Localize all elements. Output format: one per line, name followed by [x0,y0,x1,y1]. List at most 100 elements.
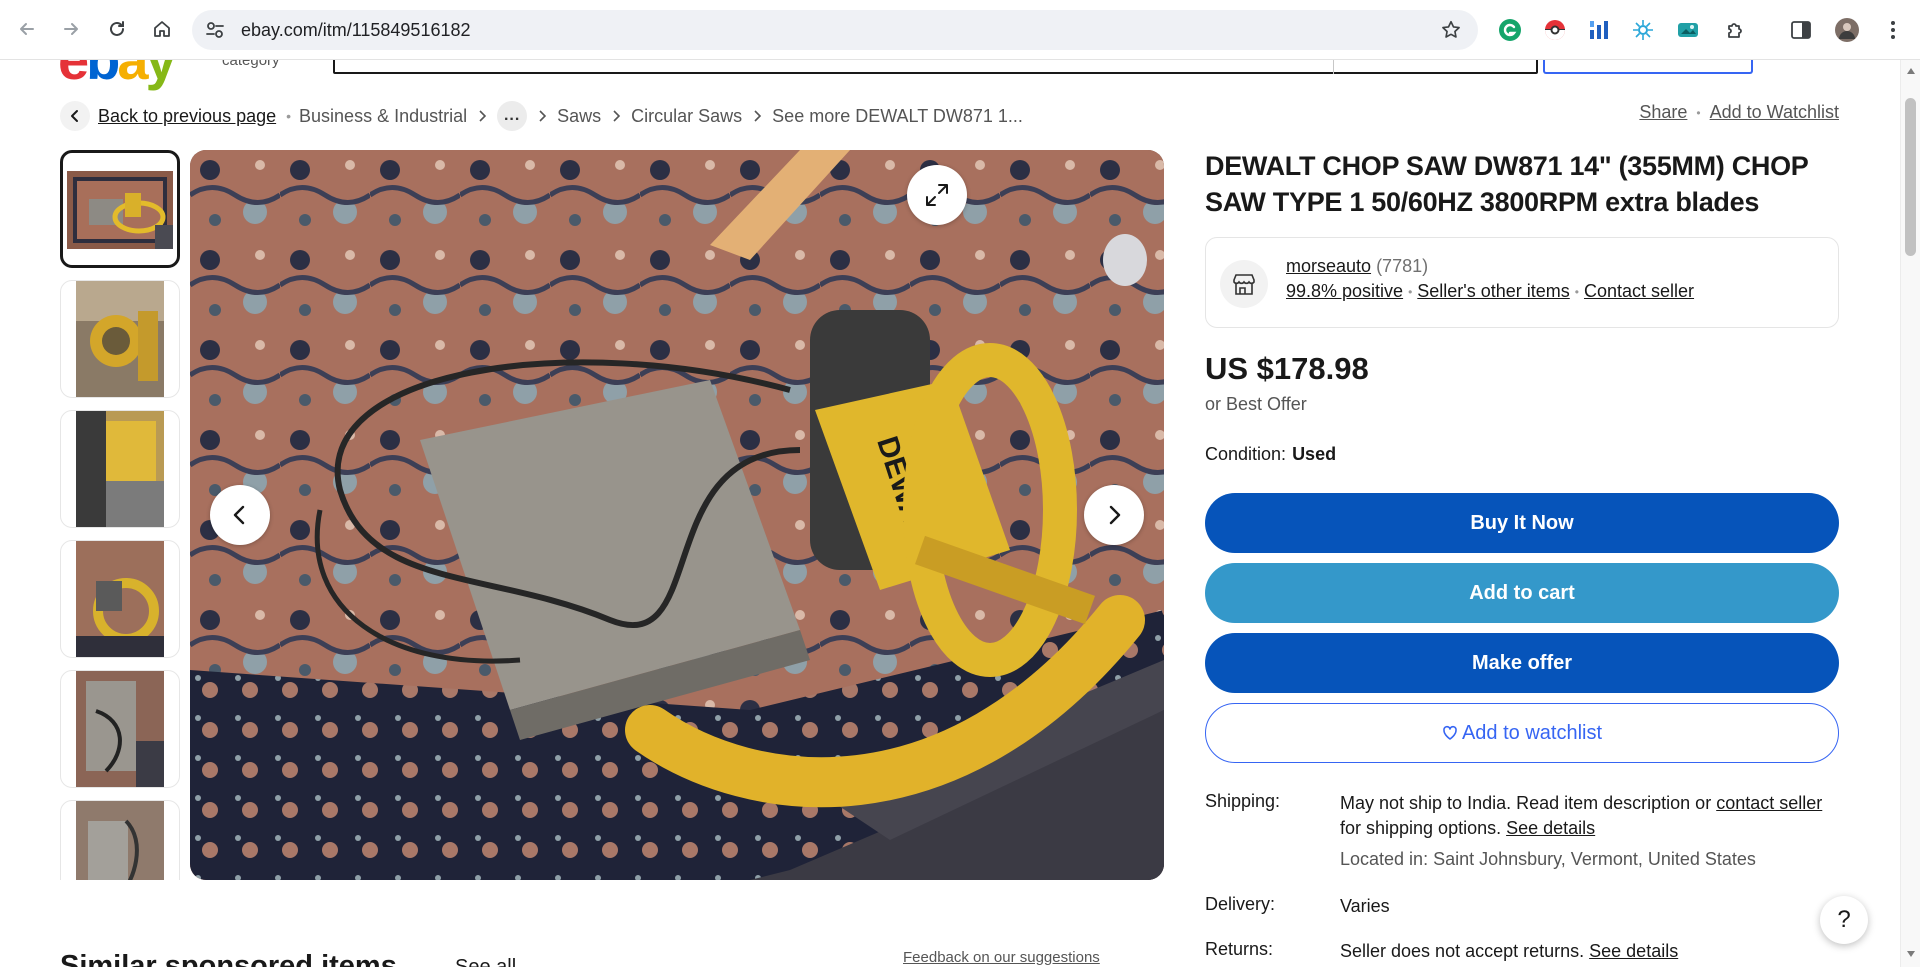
home-icon[interactable] [147,14,177,44]
search-category-divider [1333,60,1334,74]
scroll-up-icon[interactable] [1907,68,1915,74]
ebay-logo[interactable]: ebay [58,60,177,88]
ebay-item-page: ebay category Back to previous page • Bu… [0,60,1900,967]
returns-label: Returns: [1205,939,1274,959]
breadcrumb-see-more[interactable]: See more DEWALT DW871 1... [772,106,1023,127]
item-condition: Condition: Used [1205,444,1336,465]
site-info-icon[interactable] [204,19,226,41]
separator-dot: • [1574,284,1579,299]
pokeball-extension-icon[interactable] [1542,17,1568,43]
search-button[interactable] [1543,60,1753,74]
breadcrumb-saws[interactable]: Saws [557,106,601,127]
add-to-watchlist-label: Add to watchlist [1461,721,1603,744]
thumbnail-5[interactable] [60,670,180,788]
chevron-right-icon [611,110,621,122]
thumbnail-image [76,541,164,657]
page-scrollbar[interactable] [1900,60,1920,967]
thumbnail-4[interactable] [60,540,180,658]
extensions-puzzle-icon[interactable] [1723,17,1749,43]
shipping-see-details-link[interactable]: See details [1506,818,1595,838]
make-offer-button[interactable]: Make offer [1205,633,1839,693]
previous-image-button[interactable] [210,485,270,545]
chevron-right-icon [752,110,762,122]
condition-value: Used [1292,444,1337,464]
thumbnail-image [76,281,164,397]
separator-dot: • [1408,284,1413,299]
best-offer-text: or Best Offer [1205,394,1307,414]
product-photo: DEWALT [190,150,1164,880]
thumbnail-6[interactable] [60,800,180,880]
store-icon [1220,260,1268,308]
returns-see-details-link[interactable]: See details [1589,941,1678,961]
seller-other-items-link[interactable]: Seller's other items [1417,281,1570,302]
seller-positive-link[interactable]: 99.8% positive [1286,281,1403,302]
thumbnail-image [67,171,173,249]
thumbnail-1[interactable] [60,150,180,268]
thumbnail-image [76,411,164,527]
profile-avatar[interactable] [1834,17,1860,43]
separator-dot: • [286,108,292,124]
side-panel-icon[interactable] [1788,17,1814,43]
scroll-down-icon[interactable] [1907,951,1915,957]
shipping-text: May not ship to India. Read item descrip… [1340,793,1717,813]
next-image-button[interactable] [1084,485,1144,545]
main-product-image[interactable]: DEWALT [190,150,1164,880]
add-to-watchlist-link[interactable]: Add to Watchlist [1710,102,1839,123]
returns-value: Seller does not accept returns. See deta… [1340,939,1840,964]
back-to-previous-link[interactable]: Back to previous page [98,106,276,127]
seller-name-link[interactable]: morseauto [1286,256,1371,276]
url-text[interactable]: ebay.com/itm/115849516182 [241,20,471,41]
menu-kebab-icon[interactable] [1880,17,1906,43]
expand-icon[interactable] [907,165,967,225]
separator-dot: • [1696,105,1701,120]
forward-icon[interactable] [56,14,86,44]
photo-extension-icon[interactable] [1675,17,1701,43]
seller-links: 99.8% positive • Seller's other items • … [1286,281,1694,302]
back-icon[interactable] [12,14,42,44]
breadcrumb-business-industrial[interactable]: Business & Industrial [299,106,467,127]
bookmark-star-icon[interactable] [1440,19,1462,41]
chevron-left-icon[interactable] [60,101,90,131]
chevron-right-icon [477,110,487,122]
feedback-suggestions-link[interactable]: Feedback on our suggestions [903,949,1100,966]
chevron-right-icon [1109,505,1121,525]
chevron-left-icon [233,505,245,525]
address-bar[interactable]: ebay.com/itm/115849516182 [192,10,1478,50]
item-price: US $178.98 [1205,351,1369,386]
thumbnail-3[interactable] [60,410,180,528]
breadcrumb: Back to previous page • Business & Indus… [60,100,1023,132]
help-button[interactable]: ? [1820,896,1868,944]
breadcrumb-circular-saws[interactable]: Circular Saws [631,106,742,127]
thumbnail-list[interactable] [60,150,182,880]
seller-feedback-count: (7781) [1376,256,1429,276]
share-link[interactable]: Share [1639,102,1687,123]
category-hint: category [222,60,280,69]
add-to-watchlist-button[interactable]: Add to watchlist [1205,703,1839,763]
returns-text: Seller does not accept returns. [1340,941,1590,961]
shipping-value: May not ship to India. Read item descrip… [1340,791,1840,872]
delivery-value: Varies [1340,896,1390,916]
search-input[interactable] [333,60,1538,74]
grammarly-icon[interactable] [1497,17,1523,43]
add-to-cart-button[interactable]: Add to cart [1205,563,1839,623]
reload-icon[interactable] [102,14,132,44]
browser-toolbar: ebay.com/itm/115849516182 [0,0,1920,60]
top-actions: Share • Add to Watchlist [1639,102,1839,123]
buy-it-now-button[interactable]: Buy It Now [1205,493,1839,553]
heart-icon [1443,725,1457,740]
scrollbar-thumb[interactable] [1905,98,1916,256]
item-title: DEWALT CHOP SAW DW871 14" (355MM) CHOP S… [1205,151,1809,217]
thumbnail-2[interactable] [60,280,180,398]
breadcrumb-more-button[interactable]: ... [497,101,528,131]
seller-card: morseauto (7781) 99.8% positive • Seller… [1205,237,1839,328]
dashboard-extension-icon[interactable] [1586,17,1612,43]
ai-extension-icon[interactable] [1630,17,1656,43]
contact-seller-link[interactable]: Contact seller [1584,281,1694,302]
see-all-link[interactable]: See all [455,956,516,967]
shipping-label: Shipping: [1205,791,1281,811]
item-location: Located in: Saint Johnsbury, Vermont, Un… [1340,849,1756,869]
thumbnail-image [76,671,164,787]
contact-seller-shipping-link[interactable]: contact seller [1716,793,1822,813]
thumbnail-image [76,801,164,880]
chevron-right-icon [537,110,547,122]
